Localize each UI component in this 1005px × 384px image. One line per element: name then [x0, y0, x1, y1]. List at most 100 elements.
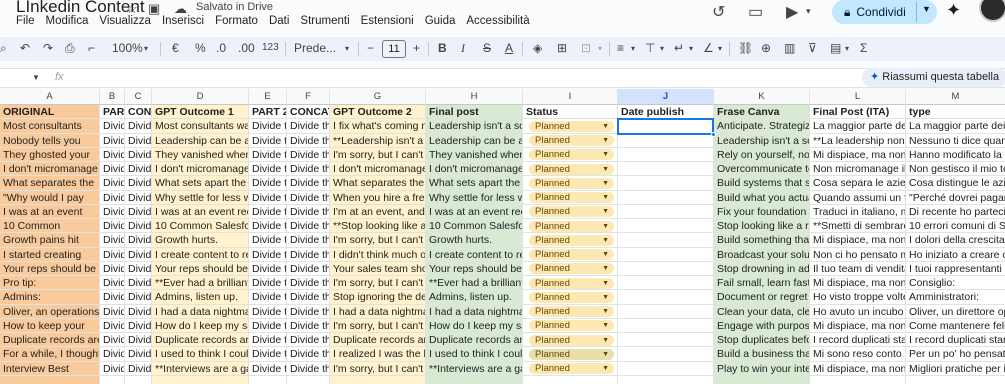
chevron-down-icon[interactable]: ▾	[718, 44, 722, 53]
table-cell[interactable]: Divide th	[287, 261, 330, 276]
link-icon[interactable]: ⛓	[738, 41, 753, 55]
table-cell[interactable]: I don't micromanage	[0, 162, 100, 177]
redo-icon[interactable]: ↷	[43, 41, 53, 55]
header-cell[interactable]: PART 1	[100, 105, 125, 120]
table-cell[interactable]: I tuoi rappresentanti d	[906, 261, 1005, 276]
table-cell[interactable]: Planned ▼	[523, 333, 618, 348]
table-cell[interactable]: Clean your data, clear	[714, 304, 810, 319]
table-cell[interactable]: Divide	[125, 318, 152, 333]
table-cell[interactable]: I'm sorry, but I can't as	[330, 147, 426, 162]
table-cell[interactable]: "Why would I pay	[0, 190, 100, 205]
table-cell[interactable]: Divide th	[249, 219, 287, 234]
table-cell[interactable]: Build what you actuall	[714, 190, 810, 205]
table-cell[interactable]: Planned ▼	[523, 119, 618, 134]
table-cell[interactable]	[618, 261, 714, 276]
table-cell[interactable]: I create content to ren	[152, 247, 249, 262]
chevron-down-icon[interactable]: ▾	[631, 44, 635, 53]
text-rotation-icon[interactable]: ∠	[703, 41, 714, 55]
table-cell[interactable]: I create content to ren	[426, 247, 523, 262]
chevron-down-icon[interactable]: ▾	[598, 44, 602, 53]
table-cell[interactable]: **La leadership non è	[810, 133, 906, 148]
header-cell[interactable]: Final post	[426, 105, 523, 120]
table-cell[interactable]	[618, 219, 714, 234]
status-chip[interactable]: Planned ▼	[529, 249, 614, 260]
table-cell[interactable]: Divide	[125, 133, 152, 148]
table-cell[interactable]: "Perché dovrei pagarti	[906, 190, 1005, 205]
table-cell[interactable]: Mi dispiace, ma non p	[810, 361, 906, 376]
share-dropdown-icon[interactable]: ▼	[922, 4, 931, 14]
table-cell[interactable]: What sets apart the cc	[152, 176, 249, 191]
table-cell[interactable]: Divide	[125, 261, 152, 276]
table-cell[interactable]: Divid	[100, 333, 125, 348]
status-chip[interactable]: Planned ▼	[529, 234, 614, 246]
table-cell[interactable]: Migliori pratiche per i	[906, 361, 1005, 376]
table-cell[interactable]: **Ever had a brilliant i	[152, 276, 249, 291]
table-cell[interactable]: Divide	[125, 204, 152, 219]
table-cell[interactable]: Divide	[125, 233, 152, 248]
status-chip[interactable]: Planned ▼	[529, 277, 614, 289]
summarize-table-button[interactable]: ✦ Riassumi questa tabella	[862, 68, 1005, 87]
table-cell[interactable]: Build systems that sca	[714, 176, 810, 191]
table-cell[interactable]: Build a business that t	[714, 347, 810, 362]
table-cell[interactable]: **Ever had a brilliant i	[426, 276, 523, 291]
table-cell[interactable]: Divide th	[287, 147, 330, 162]
table-cell[interactable]: Divide th	[287, 119, 330, 134]
table-cell[interactable]: Interview Best	[0, 361, 100, 376]
table-cell[interactable]: Your reps should be	[0, 261, 100, 276]
table-cell[interactable]: 10 Common	[0, 219, 100, 234]
table-cell[interactable]: Divide th	[249, 318, 287, 333]
header-cell[interactable]: type	[906, 105, 1005, 120]
table-cell[interactable]: Admins:	[0, 290, 100, 305]
table-cell[interactable]: Mi dispiace, ma non p	[810, 318, 906, 333]
table-cell[interactable]: Divide th	[249, 276, 287, 291]
table-cell[interactable]: Divide	[125, 347, 152, 362]
table-cell[interactable]: Divide th	[249, 190, 287, 205]
table-cell[interactable]: Divide	[125, 304, 152, 319]
table-cell[interactable]: Divide th	[287, 361, 330, 376]
table-cell[interactable]: Divid	[100, 247, 125, 262]
table-cell[interactable]: I'm sorry, but I can't as	[330, 318, 426, 333]
bold-button[interactable]: B	[438, 41, 447, 55]
table-cell[interactable]: Planned ▼	[523, 133, 618, 148]
chevron-down-icon[interactable]: ▾	[845, 44, 849, 53]
table-cell[interactable]	[618, 204, 714, 219]
header-cell[interactable]: Final Post (ITA)	[810, 105, 906, 120]
table-cell[interactable]: Mi dispiace, ma non p	[810, 276, 906, 291]
table-cell[interactable]: Planned ▼	[523, 147, 618, 162]
increase-decimal-button[interactable]: .00	[238, 41, 255, 55]
table-cell[interactable]: Ho visto troppe volte c	[810, 290, 906, 305]
table-cell[interactable]	[152, 375, 249, 384]
table-cell[interactable]: Play to win your interv	[714, 361, 810, 376]
table-cell[interactable]: I'm sorry, but I can't as	[330, 276, 426, 291]
table-cell[interactable]: Growth hurts.	[426, 233, 523, 248]
table-cell[interactable]: Fail small, learn fast.	[714, 276, 810, 291]
status-chip[interactable]: Planned ▼	[529, 291, 614, 303]
table-cell[interactable]: Divid	[100, 304, 125, 319]
table-cell[interactable]: 10 errori comuni di Sa	[906, 219, 1005, 234]
table-cell[interactable]: Ho iniziato a creare co	[906, 247, 1005, 262]
table-cell[interactable]: Divide	[125, 276, 152, 291]
table-cell[interactable]: Divide th	[249, 247, 287, 262]
table-cell[interactable]	[618, 304, 714, 319]
table-cell[interactable]: Traduci in italiano, ma	[810, 204, 906, 219]
menu-strumenti[interactable]: Strumenti	[300, 15, 349, 31]
header-cell[interactable]: PART 2 P	[249, 105, 287, 120]
status-chip[interactable]: Planned ▼	[529, 334, 614, 346]
fill-handle[interactable]	[711, 131, 716, 137]
table-cell[interactable]: Planned ▼	[523, 361, 618, 376]
borders-icon[interactable]: ⊞	[557, 41, 567, 55]
menu-formato[interactable]: Formato	[215, 15, 258, 31]
header-cell[interactable]: CONCATI	[287, 105, 330, 120]
table-cell[interactable]: What separates the	[0, 176, 100, 191]
table-cell[interactable]: Divid	[100, 261, 125, 276]
status-chip[interactable]: Planned ▼	[529, 163, 614, 175]
table-cell[interactable]: I used to think I could	[152, 347, 249, 362]
table-cell[interactable]: Build something that l	[714, 233, 810, 248]
table-cell[interactable]	[618, 375, 714, 384]
table-cell[interactable]: Document or regret it	[714, 290, 810, 305]
font-size-increase-button[interactable]: +	[413, 41, 420, 55]
menu-estensioni[interactable]: Estensioni	[361, 15, 414, 31]
table-cell[interactable]: Divid	[100, 233, 125, 248]
gemini-icon[interactable]: ✦	[946, 0, 961, 21]
table-cell[interactable]	[618, 318, 714, 333]
